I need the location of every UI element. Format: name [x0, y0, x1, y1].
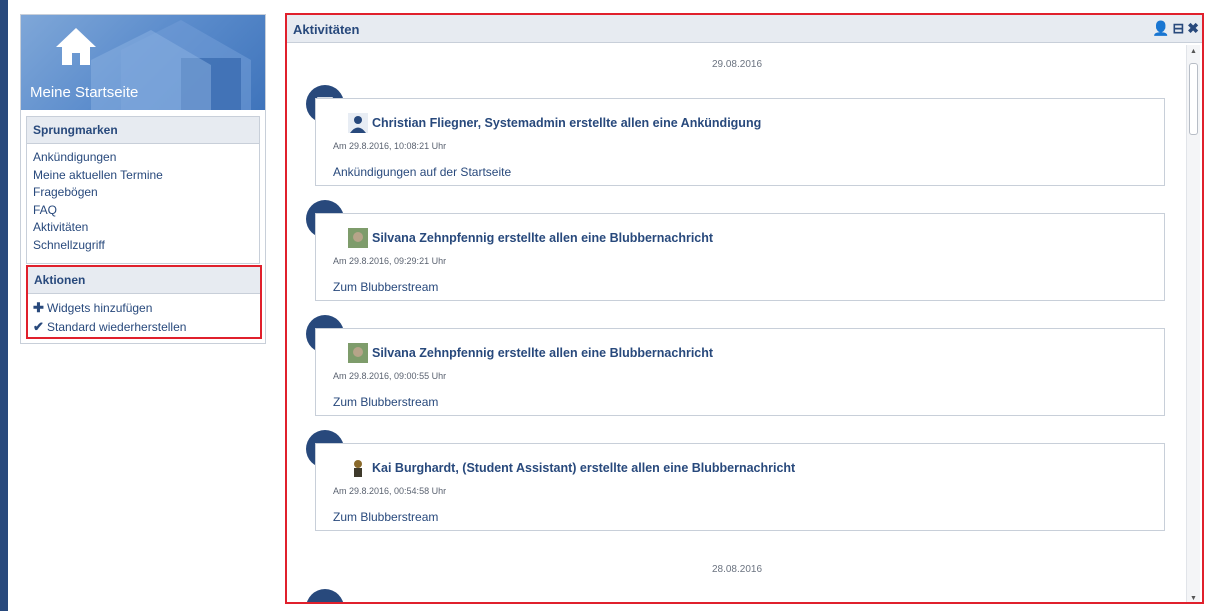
avatar-icon [348, 113, 368, 133]
activity-author[interactable]: Kai Burghardt, (Student Assistant) erste… [372, 461, 795, 475]
widget-title: Aktivitäten [293, 22, 360, 37]
home-icon [56, 28, 96, 65]
activity-time: Am 29.8.2016, 10:08:21 Uhr [333, 141, 447, 151]
activities-widget: Aktivitäten 👤 ⊟ ✖ 29.08.2016 Christian F… [285, 13, 1204, 604]
jump-marks-header: Sprungmarken [27, 117, 259, 144]
activity-item: Kai Burghardt, (Student Assistant) erste… [315, 443, 1165, 531]
activity-link[interactable]: Zum Blubberstream [333, 510, 438, 524]
actions-header: Aktionen [28, 267, 260, 294]
close-icon[interactable]: ✖ [1187, 19, 1199, 37]
scroll-thumb[interactable] [1189, 63, 1198, 135]
activity-time: Am 29.8.2016, 00:54:58 Uhr [333, 486, 447, 496]
left-edge-bar [0, 0, 8, 611]
avatar-icon [348, 228, 368, 248]
activity-author[interactable]: Silvana Zehnpfennig erstellte allen eine… [372, 231, 713, 245]
activity-item: Silvana Zehnpfennig erstellte allen eine… [315, 213, 1165, 301]
activity-item: Christian Fliegner, Systemadmin erstellt… [315, 98, 1165, 186]
plus-icon: ✚ [33, 300, 44, 315]
jump-link-activities[interactable]: Aktivitäten [33, 219, 253, 237]
jump-link-questionnaires[interactable]: Fragebögen [33, 184, 253, 202]
activity-link[interactable]: Ankündigungen auf der Startseite [333, 165, 511, 179]
activity-link[interactable]: Zum Blubberstream [333, 280, 438, 294]
add-widgets-link[interactable]: ✚ Widgets hinzufügen [33, 299, 255, 318]
collapse-icon[interactable]: ⊟ [1173, 19, 1185, 37]
avatar-icon [348, 343, 368, 363]
avatar-icon [348, 458, 368, 478]
actions-box: Aktionen ✚ Widgets hinzufügen ✔ Standard w… [26, 265, 262, 339]
activity-time: Am 29.8.2016, 09:29:21 Uhr [333, 256, 447, 266]
activity-link[interactable]: Zum Blubberstream [333, 395, 438, 409]
activity-author[interactable]: Christian Fliegner, Systemadmin erstellt… [372, 116, 761, 130]
activity-time: Am 29.8.2016, 09:00:55 Uhr [333, 371, 447, 381]
date-label: 29.08.2016 [711, 59, 763, 70]
activity-author[interactable]: Silvana Zehnpfennig erstellte allen eine… [372, 346, 713, 360]
activity-item: Silvana Zehnpfennig erstellte allen eine… [315, 328, 1165, 416]
restore-default-link[interactable]: ✔ Standard wiederherstellen [33, 318, 255, 337]
scroll-down-icon[interactable]: ▼ [1187, 595, 1200, 602]
jump-link-faq[interactable]: FAQ [33, 202, 253, 220]
jump-link-appointments[interactable]: Meine aktuellen Termine [33, 167, 253, 185]
jump-link-announcements[interactable]: Ankündigungen [33, 149, 253, 167]
scroll-up-icon[interactable]: ▲ [1187, 48, 1200, 55]
jump-link-quickaccess[interactable]: Schnellzugriff [33, 237, 253, 255]
scrollbar[interactable]: ▲ ▼ [1186, 45, 1200, 602]
page-title: Meine Startseite [30, 84, 139, 101]
date-label: 28.08.2016 [711, 564, 763, 575]
user-settings-icon[interactable]: 👤 [1152, 19, 1169, 37]
start-banner[interactable]: Meine Startseite [21, 15, 265, 110]
activity-bubble [306, 589, 344, 602]
check-icon: ✔ [33, 318, 44, 334]
widget-header: Aktivitäten 👤 ⊟ ✖ [287, 15, 1202, 43]
jump-marks-box: Sprungmarken Ankündigungen Meine aktuell… [26, 116, 260, 264]
sidebar: Meine Startseite Sprungmarken Ankündigun… [20, 14, 266, 344]
